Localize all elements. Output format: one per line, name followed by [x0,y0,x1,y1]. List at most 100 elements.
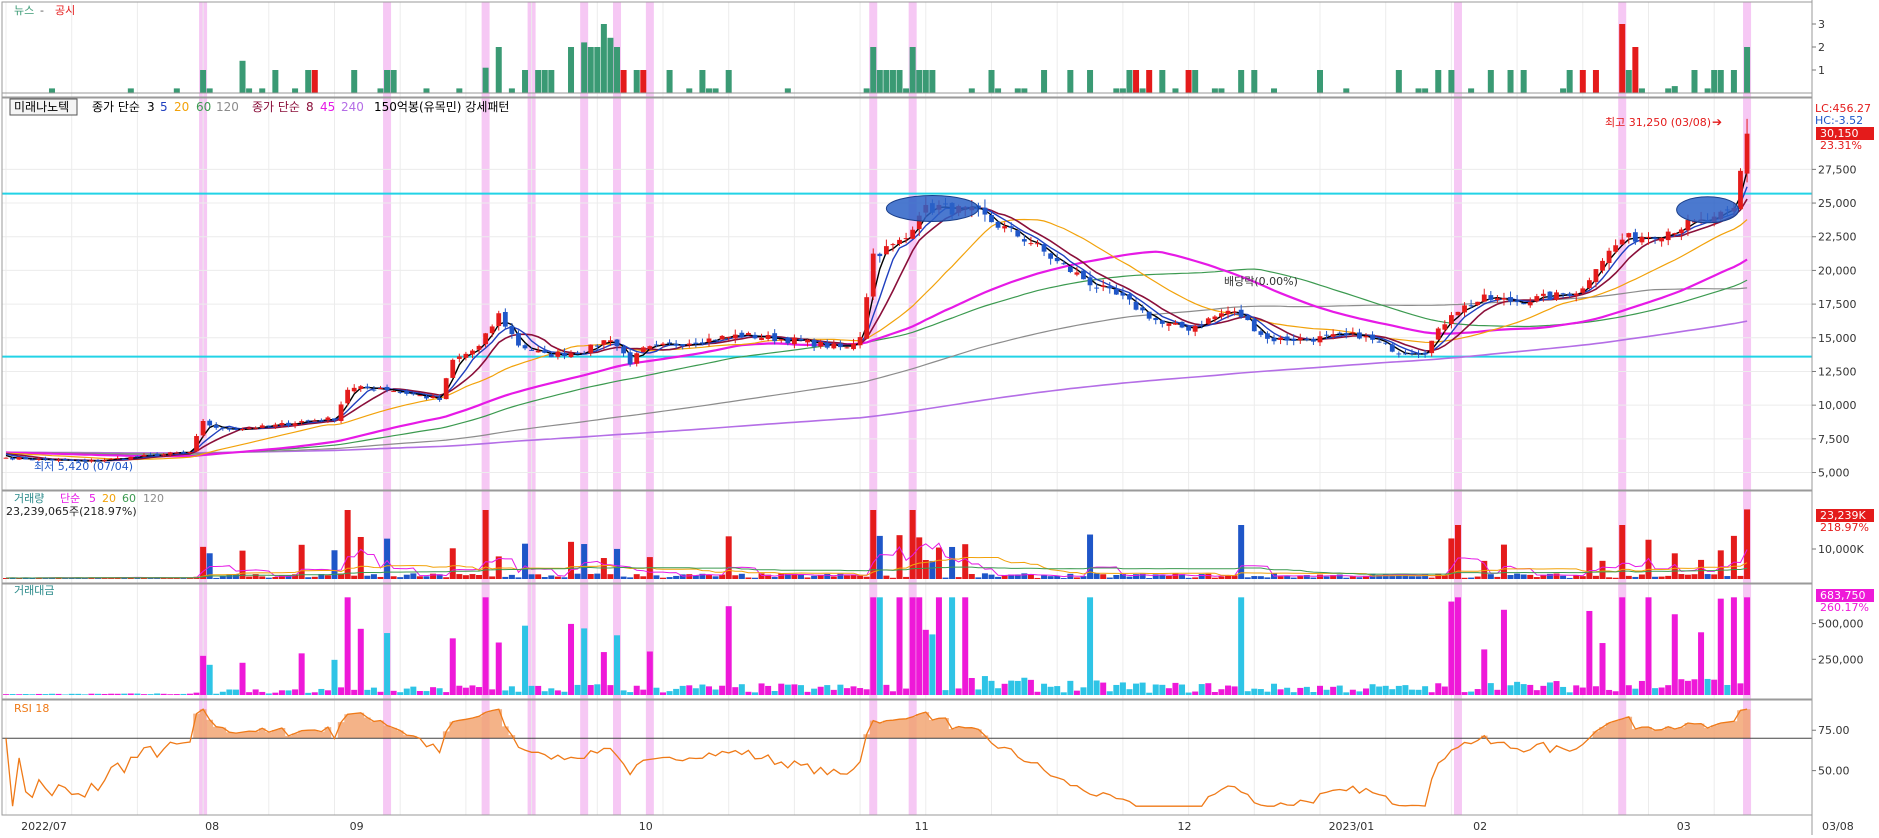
amount-bar[interactable] [640,689,647,695]
news-bar[interactable] [870,47,877,93]
amount-bar[interactable] [1047,686,1054,695]
news-bar[interactable] [456,88,463,93]
amount-bar[interactable] [1441,686,1448,695]
volume-bar[interactable] [896,535,903,579]
amount-bar[interactable] [1730,597,1737,695]
candle-body[interactable] [450,359,456,378]
candle-body[interactable] [805,339,810,343]
disclosure-bar[interactable] [1579,70,1586,93]
amount-bar[interactable] [351,689,358,695]
candle-body[interactable] [272,424,278,427]
candle-body[interactable] [437,397,443,400]
ma8-legend[interactable]: 8 [306,100,314,114]
amount-bar[interactable] [784,684,791,695]
news-bar[interactable] [305,70,312,93]
candle-body[interactable] [1008,226,1014,228]
amount-bar[interactable] [186,693,193,695]
candle-body[interactable] [995,221,1001,228]
volume-bar[interactable] [771,577,778,579]
amount-bar[interactable] [620,690,627,695]
candle-body[interactable] [496,313,502,327]
volume-bar[interactable] [1198,574,1205,579]
amount-bar[interactable] [1704,678,1711,695]
news-bar[interactable] [705,88,712,93]
candle-body[interactable] [1002,226,1008,229]
candle-body[interactable] [706,338,712,343]
candle-body[interactable] [470,350,475,355]
amount-bar[interactable] [377,691,384,695]
candle-body[interactable] [1449,315,1454,325]
candle-body[interactable] [1048,253,1054,259]
candle-body[interactable] [640,347,646,353]
amount-bar[interactable] [1093,680,1100,695]
candle-body[interactable] [378,388,383,390]
volume-bar[interactable] [968,574,975,579]
amount-bar[interactable] [981,676,988,695]
candle-body[interactable] [1265,333,1270,339]
candle-body[interactable] [318,420,324,422]
amount-bar[interactable] [535,685,542,695]
amount-bar[interactable] [1310,692,1317,695]
volume-bar[interactable] [1540,575,1547,579]
amount-bar[interactable] [791,684,798,695]
candle-body[interactable] [259,425,265,428]
candle-body[interactable] [680,344,686,347]
amount-bar[interactable] [653,687,660,695]
candle-body[interactable] [535,350,541,353]
disclosure-bar[interactable] [620,70,627,93]
volume-bar[interactable] [508,574,515,579]
amount-bar[interactable] [712,689,719,695]
amount-bar[interactable] [1579,687,1586,695]
candle-body[interactable] [299,421,305,423]
volume-bar[interactable] [995,576,1002,579]
candle-body[interactable] [266,425,272,427]
news-bar[interactable] [1468,88,1475,93]
candle-body[interactable] [279,423,285,426]
amount-bar[interactable] [1172,682,1179,695]
candle-body[interactable] [1527,301,1533,306]
amount-bar[interactable] [935,597,942,695]
candle-body[interactable] [1035,243,1040,245]
volume-bar[interactable] [1704,574,1711,579]
candle-body[interactable] [542,350,548,353]
amount-bar[interactable] [738,684,745,695]
news-bar[interactable] [1087,70,1094,93]
volume-bar[interactable] [489,576,496,579]
volume-bar[interactable] [1658,576,1665,579]
volume-bar[interactable] [1730,535,1737,579]
amount-bar[interactable] [1179,684,1186,695]
news-bar[interactable] [1172,88,1179,93]
volume-bar[interactable] [272,577,279,579]
volume-bar[interactable] [1192,577,1199,579]
volume-bar[interactable] [384,538,391,579]
volume-bar[interactable] [1034,577,1041,579]
candle-body[interactable] [1021,239,1027,242]
amount-bar[interactable] [607,685,614,695]
news-bar[interactable] [876,70,883,93]
amount-bar[interactable] [1428,692,1435,695]
news-bar[interactable] [909,47,916,93]
candle-body[interactable] [1225,310,1231,315]
amount-bar[interactable] [48,693,55,695]
candle-body[interactable] [1534,296,1540,302]
candle-body[interactable] [483,333,489,345]
amount-bar[interactable] [1422,686,1429,695]
amount-bar[interactable] [1119,682,1126,695]
candle-body[interactable] [1251,319,1257,332]
news-bar[interactable] [272,70,279,93]
amount-bar[interactable] [114,693,121,695]
amount-bar[interactable] [311,692,318,695]
amount-bar[interactable] [22,694,29,695]
candle-body[interactable] [1416,353,1421,355]
candle-body[interactable] [292,423,298,426]
news-bar[interactable] [883,70,890,93]
amount-bar[interactable] [1218,689,1225,695]
candle-body[interactable] [1626,233,1632,238]
news-bar[interactable] [1251,70,1258,93]
amount-bar[interactable] [482,597,489,695]
volume-ma120-legend[interactable]: 120 [143,492,164,505]
volume-bar[interactable] [1612,577,1619,579]
volume-bar[interactable] [1310,577,1317,579]
candle-body[interactable] [1573,293,1579,296]
volume-ma60-legend[interactable]: 60 [122,492,136,505]
